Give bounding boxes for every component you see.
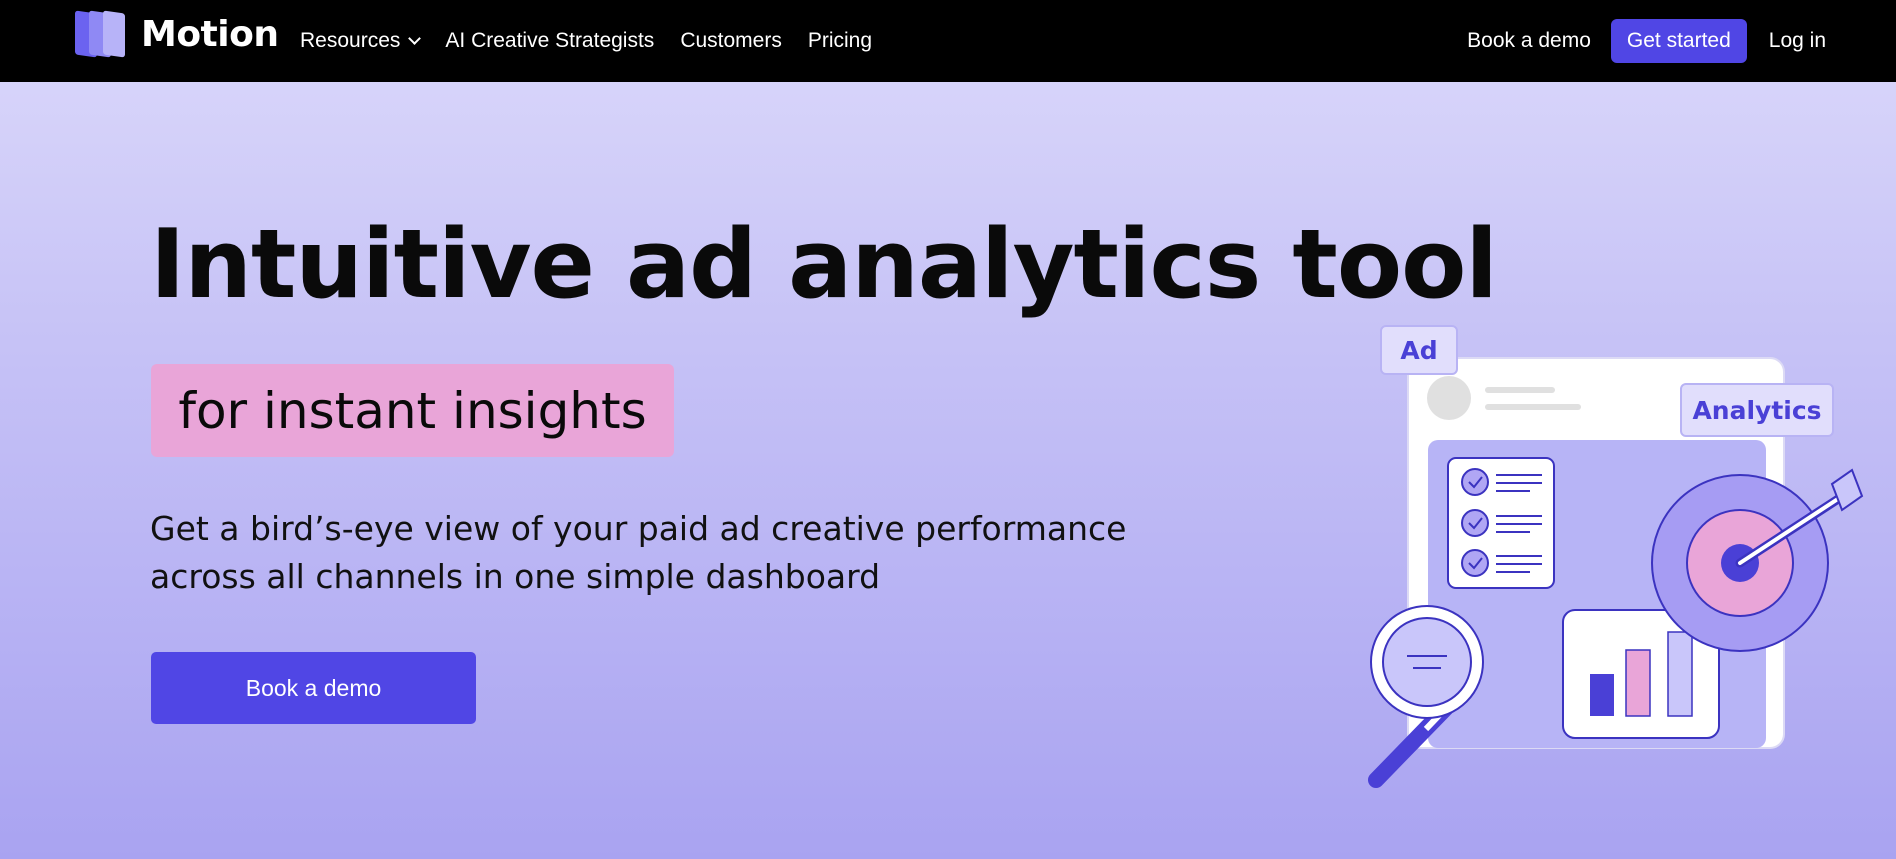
ad-tag: Ad xyxy=(1380,325,1458,375)
analytics-tag: Analytics xyxy=(1680,383,1834,437)
brand-name: Motion xyxy=(141,13,279,55)
nav-actions: Book a demo Get started Log in xyxy=(1467,0,1826,82)
login-link[interactable]: Log in xyxy=(1769,29,1826,53)
main-nav: Resources AI Creative Strategists Custom… xyxy=(300,0,872,82)
get-started-button[interactable]: Get started xyxy=(1610,19,1747,63)
hero-highlight: for instant insights xyxy=(151,364,674,457)
book-demo-link[interactable]: Book a demo xyxy=(1467,29,1591,53)
nav-item-resources-label: Resources xyxy=(300,29,401,52)
hero-title: Intuitive ad analytics tool xyxy=(150,210,1498,320)
chevron-down-icon xyxy=(408,32,422,45)
nav-item-resources[interactable]: Resources xyxy=(300,29,422,53)
motion-logo-icon xyxy=(75,10,129,58)
analytics-illustration: Ad Analytics xyxy=(1280,310,1880,810)
book-demo-button[interactable]: Book a demo xyxy=(151,652,476,724)
magnifier-icon xyxy=(1368,605,1484,788)
hero-highlight-text: for instant insights xyxy=(178,381,647,440)
hero-subtitle: Get a bird’s-eye view of your paid ad cr… xyxy=(150,509,1127,596)
top-navigation: Motion Resources AI Creative Strategists… xyxy=(0,0,1896,82)
nav-item-pricing[interactable]: Pricing xyxy=(808,29,872,53)
nav-item-ai-creative-strategists[interactable]: AI Creative Strategists xyxy=(445,29,654,53)
target-icon xyxy=(1651,468,1864,652)
checklist-icon xyxy=(1447,457,1555,589)
nav-item-customers[interactable]: Customers xyxy=(680,29,782,53)
motion-logo[interactable]: Motion xyxy=(75,10,279,58)
